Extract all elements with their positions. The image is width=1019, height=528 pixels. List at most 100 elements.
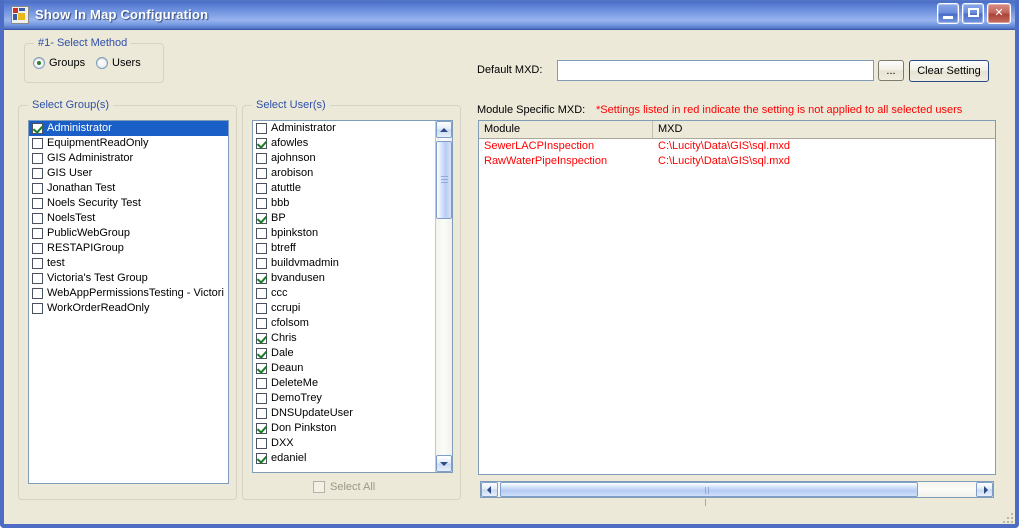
- user-item[interactable]: BP: [253, 211, 435, 226]
- user-item-checkbox-icon[interactable]: [256, 228, 267, 239]
- group-item-checkbox-icon[interactable]: [32, 303, 43, 314]
- user-item-checkbox-icon[interactable]: [256, 288, 267, 299]
- user-item[interactable]: DeleteMe: [253, 376, 435, 391]
- users-list-vertical-scrollbar[interactable]: [435, 121, 452, 472]
- group-item-checkbox-icon[interactable]: [32, 213, 43, 224]
- group-item[interactable]: Administrator: [29, 121, 228, 136]
- group-item-checkbox-icon[interactable]: [32, 153, 43, 164]
- scroll-right-button[interactable]: [976, 482, 993, 497]
- radio-groups[interactable]: Groups: [33, 57, 85, 69]
- user-item-checkbox-icon[interactable]: [256, 168, 267, 179]
- group-item[interactable]: Victoria's Test Group: [29, 271, 228, 286]
- user-item-checkbox-icon[interactable]: [256, 393, 267, 404]
- scroll-down-button[interactable]: [436, 455, 452, 472]
- users-listbox[interactable]: Administrator afowles ajohnson arobison atut…: [252, 120, 453, 473]
- user-item-checkbox-icon[interactable]: [256, 333, 267, 344]
- scroll-left-button[interactable]: [481, 482, 498, 497]
- group-item-checkbox-icon[interactable]: [32, 273, 43, 284]
- grid-horizontal-scrollbar[interactable]: [480, 481, 994, 506]
- scroll-thumb[interactable]: [436, 141, 452, 219]
- group-item[interactable]: EquipmentReadOnly: [29, 136, 228, 151]
- user-item[interactable]: Dale: [253, 346, 435, 361]
- select-all-checkbox[interactable]: Select All: [313, 481, 375, 493]
- grid-cell-module[interactable]: SewerLACPInspection: [479, 139, 653, 154]
- group-item[interactable]: PublicWebGroup: [29, 226, 228, 241]
- scroll-up-button[interactable]: [436, 121, 452, 138]
- user-item[interactable]: Deaun: [253, 361, 435, 376]
- group-item[interactable]: GIS Administrator: [29, 151, 228, 166]
- user-item-checkbox-icon[interactable]: [256, 438, 267, 449]
- user-item-checkbox-icon[interactable]: [256, 243, 267, 254]
- group-item-checkbox-icon[interactable]: [32, 138, 43, 149]
- user-item[interactable]: buildvmadmin: [253, 256, 435, 271]
- user-item[interactable]: atuttle: [253, 181, 435, 196]
- user-item[interactable]: cfolsom: [253, 316, 435, 331]
- group-item[interactable]: RESTAPIGroup: [29, 241, 228, 256]
- group-item-checkbox-icon[interactable]: [32, 258, 43, 269]
- user-item-checkbox-icon[interactable]: [256, 138, 267, 149]
- grid-cell-module[interactable]: RawWaterPipeInspection: [479, 154, 653, 169]
- groups-listbox[interactable]: Administrator EquipmentReadOnly GIS Admini…: [28, 120, 229, 484]
- user-item-checkbox-icon[interactable]: [256, 408, 267, 419]
- group-item[interactable]: Noels Security Test: [29, 196, 228, 211]
- user-item-checkbox-icon[interactable]: [256, 123, 267, 134]
- group-item[interactable]: NoelsTest: [29, 211, 228, 226]
- user-item-checkbox-icon[interactable]: [256, 378, 267, 389]
- group-item-checkbox-icon[interactable]: [32, 183, 43, 194]
- user-item[interactable]: ccc: [253, 286, 435, 301]
- user-item-checkbox-icon[interactable]: [256, 183, 267, 194]
- user-item-checkbox-icon[interactable]: [256, 273, 267, 284]
- user-item[interactable]: Chris: [253, 331, 435, 346]
- user-item[interactable]: btreff: [253, 241, 435, 256]
- user-item-checkbox-icon[interactable]: [256, 318, 267, 329]
- group-item[interactable]: test: [29, 256, 228, 271]
- default-mxd-input[interactable]: [557, 60, 874, 81]
- user-item-checkbox-icon[interactable]: [256, 258, 267, 269]
- user-item-checkbox-icon[interactable]: [256, 303, 267, 314]
- user-item[interactable]: edaniel: [253, 451, 435, 466]
- user-item[interactable]: bvandusen: [253, 271, 435, 286]
- group-item-checkbox-icon[interactable]: [32, 228, 43, 239]
- user-item-checkbox-icon[interactable]: [256, 453, 267, 464]
- user-item[interactable]: ccrupi: [253, 301, 435, 316]
- group-item[interactable]: WebAppPermissionsTesting - Victori: [29, 286, 228, 301]
- hscroll-thumb[interactable]: [500, 482, 918, 506]
- resize-grip[interactable]: [1001, 511, 1013, 523]
- group-item-checkbox-icon[interactable]: [32, 123, 43, 134]
- user-item-checkbox-icon[interactable]: [256, 153, 267, 164]
- user-item[interactable]: bpinkston: [253, 226, 435, 241]
- grid-row[interactable]: SewerLACPInspection C:\Lucity\Data\GIS\sq…: [479, 139, 995, 154]
- browse-mxd-button[interactable]: ...: [878, 60, 904, 81]
- user-item[interactable]: DNSUpdateUser: [253, 406, 435, 421]
- user-item[interactable]: DemoTrey: [253, 391, 435, 406]
- group-item[interactable]: WorkOrderReadOnly: [29, 301, 228, 316]
- user-item-checkbox-icon[interactable]: [256, 363, 267, 374]
- user-item[interactable]: afowles: [253, 136, 435, 151]
- user-item[interactable]: arobison: [253, 166, 435, 181]
- grid-cell-mxd[interactable]: C:\Lucity\Data\GIS\sql.mxd: [653, 154, 995, 169]
- user-item[interactable]: ajohnson: [253, 151, 435, 166]
- user-item[interactable]: Don Pinkston: [253, 421, 435, 436]
- group-item-checkbox-icon[interactable]: [32, 243, 43, 254]
- group-item[interactable]: GIS User: [29, 166, 228, 181]
- user-item-checkbox-icon[interactable]: [256, 348, 267, 359]
- clear-setting-button[interactable]: Clear Setting: [909, 60, 989, 82]
- group-item-checkbox-icon[interactable]: [32, 288, 43, 299]
- minimize-button[interactable]: [937, 3, 959, 24]
- grid-row[interactable]: RawWaterPipeInspection C:\Lucity\Data\GIS…: [479, 154, 995, 169]
- user-item-checkbox-icon[interactable]: [256, 423, 267, 434]
- radio-users[interactable]: Users: [96, 57, 141, 69]
- grid-column-header-mxd[interactable]: MXD: [653, 121, 995, 138]
- user-item-checkbox-icon[interactable]: [256, 198, 267, 209]
- user-item[interactable]: DXX: [253, 436, 435, 451]
- module-mxd-grid[interactable]: Module MXD SewerLACPInspection C:\Lucity\…: [478, 120, 996, 475]
- group-item-checkbox-icon[interactable]: [32, 198, 43, 209]
- maximize-button[interactable]: [962, 3, 984, 24]
- group-item[interactable]: Jonathan Test: [29, 181, 228, 196]
- grid-cell-mxd[interactable]: C:\Lucity\Data\GIS\sql.mxd: [653, 139, 995, 154]
- user-item[interactable]: Administrator: [253, 121, 435, 136]
- close-button[interactable]: ✕: [987, 3, 1011, 24]
- user-item-checkbox-icon[interactable]: [256, 213, 267, 224]
- group-item-checkbox-icon[interactable]: [32, 168, 43, 179]
- user-item[interactable]: bbb: [253, 196, 435, 211]
